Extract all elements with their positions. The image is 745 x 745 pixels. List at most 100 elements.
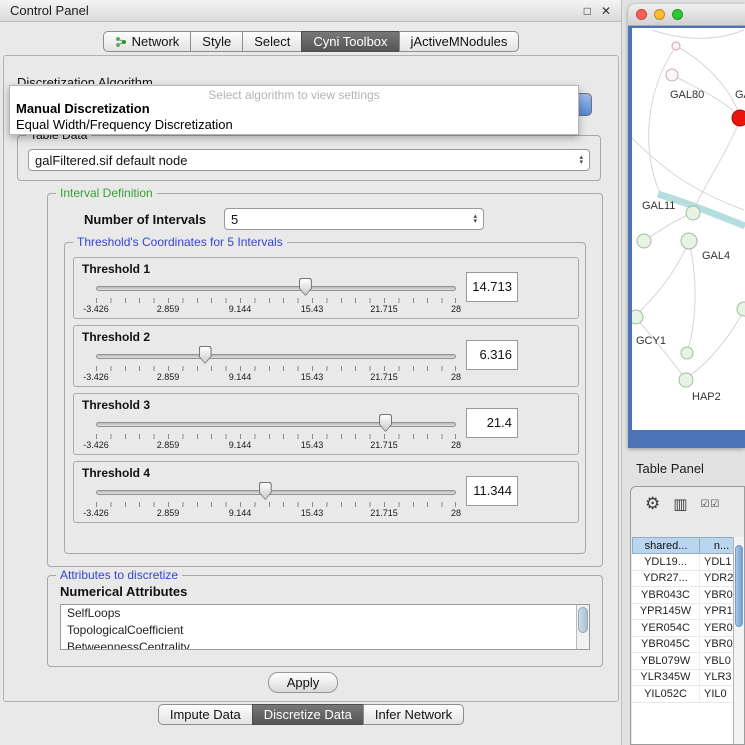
tab-cyni-toolbox[interactable]: Cyni Toolbox	[301, 31, 399, 52]
threshold-2-value-field[interactable]: 6.316	[466, 340, 518, 370]
network-node[interactable]	[737, 302, 745, 316]
dropdown-option-manual[interactable]: Manual Discretization	[10, 101, 578, 117]
tab-jactivemnodules-label: jActiveMNodules	[411, 34, 508, 49]
slider-tick-labels: -3.426 2.859 9.144 15.43 21.715 28	[96, 372, 456, 383]
algorithm-dropdown-popup: Select algorithm to view settings Manual…	[9, 85, 579, 135]
minimize-window-icon[interactable]	[654, 9, 665, 20]
threshold-4-block: Threshold 4 -3.426 2.859 9.144 15.43 21.…	[73, 461, 579, 523]
column-header-shared[interactable]: shared...	[632, 537, 700, 554]
network-node[interactable]	[637, 234, 651, 248]
network-node[interactable]	[679, 373, 693, 387]
table-row[interactable]: YBR043CYBR0	[632, 587, 744, 604]
table-data-combobox[interactable]: galFiltered.sif default node ▴▾	[28, 149, 590, 171]
table-row[interactable]: YDL19...YDL1	[632, 554, 744, 571]
close-panel-icon[interactable]: ✕	[601, 4, 611, 18]
tab-impute-data-label: Impute Data	[170, 707, 241, 722]
slider-thumb[interactable]	[259, 482, 272, 500]
thresholds-group-label: Threshold's Coordinates for 5 Intervals	[73, 235, 287, 249]
dropdown-option-equal-width[interactable]: Equal Width/Frequency Discretization	[10, 117, 578, 133]
threshold-4-value-field[interactable]: 11.344	[466, 476, 518, 506]
table-row[interactable]: YBR045CYBR0	[632, 637, 744, 654]
tab-style-label: Style	[202, 34, 231, 49]
table-row[interactable]: YER054CYER0	[632, 620, 744, 637]
tab-style[interactable]: Style	[190, 31, 243, 52]
network-window-titlebar	[628, 4, 745, 26]
list-item[interactable]: TopologicalCoefficient	[61, 622, 589, 639]
float-panel-icon[interactable]: □	[584, 4, 591, 18]
table-row[interactable]: YIL052CYIL0	[632, 686, 744, 703]
table-scrollbar-thumb[interactable]	[735, 545, 743, 627]
slider-thumb[interactable]	[379, 414, 392, 432]
table-row[interactable]: YPR145WYPR1	[632, 604, 744, 621]
threshold-3-value-field[interactable]: 21.4	[466, 408, 518, 438]
table-scrollbar[interactable]	[733, 537, 744, 744]
threshold-2-block: Threshold 2 -3.426 2.859 9.144 15.43 21.…	[73, 325, 579, 387]
tab-impute-data[interactable]: Impute Data	[158, 704, 253, 725]
zoom-window-icon[interactable]	[672, 9, 683, 20]
table-data-value: galFiltered.sif default node	[35, 153, 187, 168]
slider-track[interactable]	[96, 286, 456, 291]
selected-network-node[interactable]	[732, 110, 745, 126]
node-label: GAL11	[642, 200, 675, 212]
select-rows-icon[interactable]: ☑☑	[700, 499, 720, 510]
threshold-2-slider[interactable]: -3.426 2.859 9.144 15.43 21.715 28	[88, 344, 464, 386]
tab-jactivemnodules[interactable]: jActiveMNodules	[399, 31, 520, 52]
node-label: GAL80	[670, 89, 704, 101]
list-scrollbar[interactable]	[576, 605, 589, 649]
threshold-3-block: Threshold 3 -3.426 2.859 9.144 15.43 21.…	[73, 393, 579, 455]
tab-network-label: Network	[132, 34, 180, 49]
network-node[interactable]	[681, 233, 697, 249]
table-row[interactable]: YDR27...YDR2	[632, 571, 744, 588]
slider-thumb[interactable]	[199, 346, 212, 364]
threshold-4-slider[interactable]: -3.426 2.859 9.144 15.43 21.715 28	[88, 480, 464, 522]
control-panel: Control Panel □ ✕ Network Style	[0, 0, 622, 745]
number-of-intervals-label: Number of Intervals	[84, 212, 206, 227]
number-of-intervals-combobox[interactable]: 5 ▴▾	[224, 208, 484, 230]
tab-infer-network-label: Infer Network	[375, 707, 452, 722]
table-panel-toolbar: ⚙ ▥ ☑☑	[631, 487, 744, 521]
table-row[interactable]: YBL079WYBL0	[632, 653, 744, 670]
slider-thumb[interactable]	[299, 278, 312, 296]
tab-select[interactable]: Select	[242, 31, 302, 52]
network-node[interactable]	[632, 310, 643, 324]
slider-track[interactable]	[96, 422, 456, 427]
network-node[interactable]	[686, 206, 700, 220]
threshold-1-block: Threshold 1 -3.426 2.859 9.144 15.43 21.…	[73, 257, 579, 319]
attributes-group-label: Attributes to discretize	[56, 568, 182, 582]
table-row[interactable]: YLR345WYLR3	[632, 670, 744, 687]
tab-discretize-data[interactable]: Discretize Data	[252, 704, 364, 725]
node-label: GA	[735, 89, 745, 101]
tab-infer-network[interactable]: Infer Network	[363, 704, 464, 725]
list-item[interactable]: SelfLoops	[61, 605, 589, 622]
tab-discretize-data-label: Discretize Data	[264, 707, 352, 722]
attributes-group: Attributes to discretize Numerical Attri…	[47, 575, 603, 667]
slider-ticks	[96, 298, 456, 303]
number-of-intervals-value: 5	[231, 212, 238, 227]
list-scrollbar-thumb[interactable]	[578, 607, 588, 633]
slider-tick-labels: -3.426 2.859 9.144 15.43 21.715 28	[96, 440, 456, 451]
network-icon	[115, 36, 127, 48]
close-window-icon[interactable]	[636, 9, 647, 20]
table-data-group: Table Data galFiltered.sif default node …	[17, 135, 601, 181]
threshold-1-slider[interactable]: -3.426 2.859 9.144 15.43 21.715 28	[88, 276, 464, 318]
slider-ticks	[96, 434, 456, 439]
list-item[interactable]: BetweennessCentrality	[61, 639, 589, 650]
threshold-3-label: Threshold 3	[82, 398, 150, 412]
network-node[interactable]	[672, 42, 680, 50]
apply-button[interactable]: Apply	[268, 672, 338, 693]
threshold-1-label: Threshold 1	[82, 262, 150, 276]
slider-track[interactable]	[96, 354, 456, 359]
columns-icon[interactable]: ▥	[673, 495, 687, 513]
gear-icon[interactable]: ⚙	[645, 494, 660, 514]
network-node[interactable]	[681, 347, 693, 359]
slider-track[interactable]	[96, 490, 456, 495]
tab-select-label: Select	[254, 34, 290, 49]
threshold-3-slider[interactable]: -3.426 2.859 9.144 15.43 21.715 28	[88, 412, 464, 454]
network-node[interactable]	[666, 69, 678, 81]
interval-definition-group: Interval Definition Number of Intervals …	[47, 193, 603, 567]
right-region: GAL80 GA GAL11 GAL4 GCY1 HAP2 Table Pane…	[623, 0, 745, 745]
network-canvas[interactable]: GAL80 GA GAL11 GAL4 GCY1 HAP2	[632, 28, 745, 430]
tab-network[interactable]: Network	[103, 31, 192, 52]
threshold-1-value-field[interactable]: 14.713	[466, 272, 518, 302]
numerical-attributes-label: Numerical Attributes	[60, 584, 187, 599]
